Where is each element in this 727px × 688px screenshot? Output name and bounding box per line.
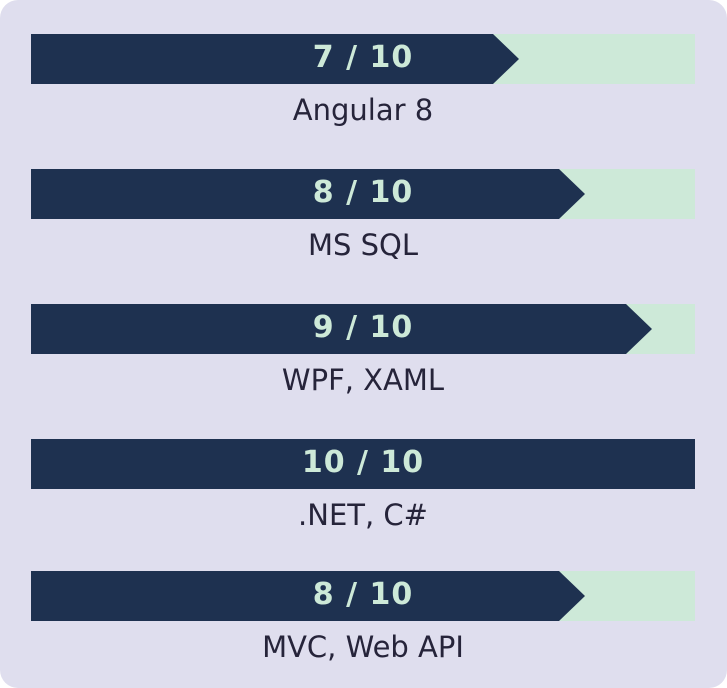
skill-dotnet-csharp: 10 / 10 .NET, C# (31, 439, 695, 535)
skill-score: 7 / 10 (312, 40, 414, 75)
skill-mvc-web-api: 8 / 10 MVC, Web API (31, 571, 695, 667)
skill-wpf-xaml: 9 / 10 WPF, XAML (31, 304, 695, 400)
skill-name: Angular 8 (292, 93, 434, 127)
skill-angular: 7 / 10 Angular 8 (31, 34, 695, 130)
skill-name: MS SQL (307, 228, 419, 262)
skill-bar-track: 7 / 10 (31, 34, 695, 84)
skill-bar-track: 8 / 10 (31, 169, 695, 219)
skill-bar-track: 8 / 10 (31, 571, 695, 621)
skill-score: 8 / 10 (312, 577, 414, 612)
skill-name: MVC, Web API (262, 630, 464, 664)
skill-ms-sql: 8 / 10 MS SQL (31, 169, 695, 265)
skills-card: 7 / 10 Angular 8 8 / 10 MS SQL 9 / 10 WP… (0, 0, 727, 688)
skill-score: 9 / 10 (312, 310, 414, 345)
skill-name: WPF, XAML (281, 363, 445, 397)
skill-bar-track: 9 / 10 (31, 304, 695, 354)
skill-score: 8 / 10 (312, 175, 414, 210)
skill-score: 10 / 10 (301, 445, 425, 480)
skill-bar-track: 10 / 10 (31, 439, 695, 489)
skill-name: .NET, C# (298, 498, 428, 532)
